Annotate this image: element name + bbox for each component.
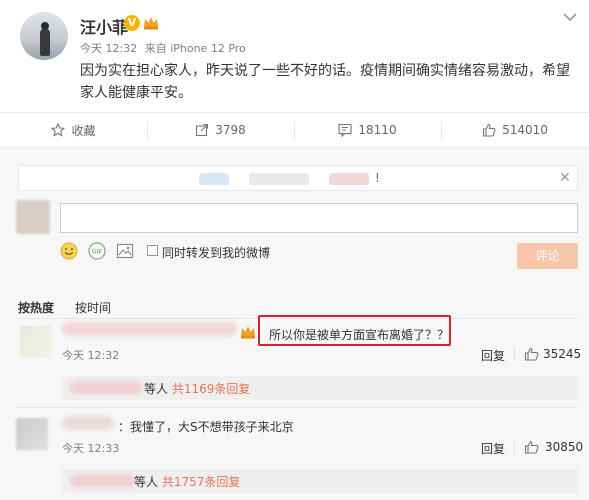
comment-input[interactable] [60,203,578,233]
comment-username-blurred[interactable] [62,416,114,430]
forward-count: 3798 [215,123,246,137]
my-avatar [16,200,50,234]
notice-bar: ! ✕ [18,165,578,191]
emoji-icon[interactable] [60,242,78,260]
svg-text:GIF: GIF [92,248,103,256]
like-icon[interactable] [524,347,540,361]
reply-count-link[interactable]: 共1169条回复 [172,382,251,396]
comment-like-count: 30850 [545,440,584,454]
reply-summary[interactable]: 等人 共1169条回复 [62,376,578,400]
like-button[interactable]: 514010 [441,113,589,147]
comment-count: 18110 [358,123,397,137]
gif-icon[interactable]: GIF [88,242,106,260]
like-icon[interactable] [524,440,540,454]
favorite-button[interactable]: 收藏 [0,113,147,147]
reply-button[interactable]: 回复 [481,347,505,364]
action-separator [514,349,515,361]
close-icon[interactable]: ✕ [559,170,571,186]
highlight-box [258,315,451,346]
sync-label[interactable]: 同时转发到我的微博 [162,244,270,261]
comment-divider [16,407,578,408]
favorite-label: 收藏 [71,123,96,138]
username[interactable]: 汪小菲 [80,14,128,38]
post-content: 因为实在担心家人，昨天说了一些不好的话。疫情期间确实情绪容易激动，希望家人能健康… [80,63,570,101]
comment-icon [338,123,352,137]
post-time[interactable]: 今天 12:32 [80,42,137,55]
sort-by-time-tab[interactable]: 按时间 [75,299,111,316]
action-bar: 收藏 3798 18110 514010 [0,112,589,146]
action-separator [514,442,515,454]
comment-avatar[interactable] [16,418,48,450]
user-avatar[interactable] [20,12,68,60]
forward-button[interactable]: 3798 [147,113,294,147]
comment-avatar[interactable] [20,326,52,358]
crown-icon [241,326,255,339]
reply-summary-prefix: 等人 [144,382,169,396]
like-count: 514010 [502,123,548,137]
notice-text: ! [375,171,380,185]
sync-checkbox[interactable] [147,245,158,256]
post-card: 汪小菲 V 今天 12:32 来自 iPhone 12 Pro 因为实在担心家人… [0,0,589,112]
reply-button[interactable]: 回复 [481,440,505,457]
forward-icon [196,123,209,137]
comment-time: 今天 12:32 [62,349,120,362]
post-source: 来自 iPhone 12 Pro [144,42,246,55]
comment-button[interactable]: 18110 [294,113,441,147]
comment-time: 今天 12:33 [62,442,120,455]
more-chevron-icon[interactable] [563,12,577,22]
reply-summary[interactable]: 等人 共1757条回复 [62,469,578,493]
sort-by-hot-tab[interactable]: 按热度 [18,299,54,316]
star-icon [51,123,66,137]
post-meta: 今天 12:32 来自 iPhone 12 Pro [80,40,246,56]
reply-count-link[interactable]: 共1757条回复 [162,475,241,489]
submit-comment-button[interactable]: 评论 [517,243,578,269]
verified-badge-icon: V [124,15,140,31]
comment-like-count: 35245 [543,347,582,361]
like-icon [483,123,496,137]
image-icon[interactable] [116,242,134,260]
crown-icon [144,17,158,30]
reply-summary-prefix: 等人 [134,475,159,489]
comment-username-blurred[interactable] [62,322,237,336]
comment-text: ：我懂了，大S不想带孩子来北京 [118,420,294,434]
